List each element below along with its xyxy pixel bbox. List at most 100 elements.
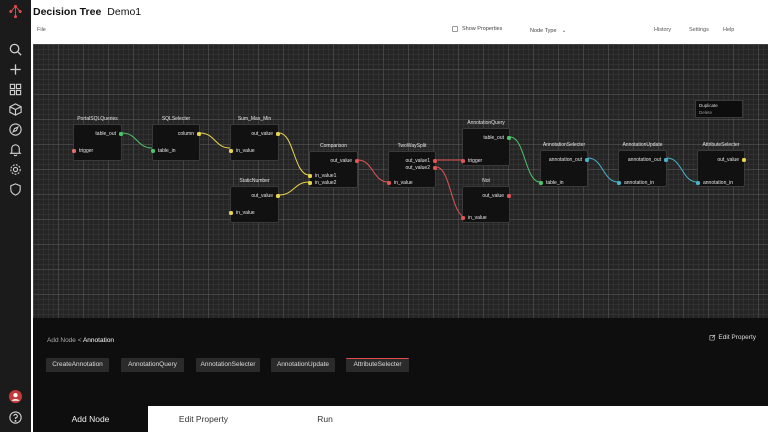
- output-port-label: table_out: [95, 131, 116, 137]
- output-port[interactable]: [742, 158, 746, 162]
- output-port-label: out_value: [330, 158, 352, 164]
- compass-icon[interactable]: [8, 122, 23, 137]
- output-port-label: column: [177, 131, 194, 137]
- tab-add-node[interactable]: Add Node: [33, 406, 148, 432]
- node-title: AnnotationUpdate: [622, 142, 663, 148]
- node-chip-attributeselecter[interactable]: AttributeSelecter: [346, 358, 409, 372]
- grid-icon[interactable]: [8, 82, 23, 97]
- bell-icon[interactable]: [8, 142, 23, 157]
- breadcrumb: Add Node < Annotation: [47, 337, 114, 344]
- breadcrumb-root[interactable]: Add Node <: [47, 337, 82, 344]
- page-title: Decision Tree Demo1: [33, 6, 141, 18]
- node-annotationquery[interactable]: AnnotationQuery table_out trigger: [461, 120, 511, 166]
- node-context-menu: Duplicate Delete: [695, 100, 743, 118]
- avatar-icon[interactable]: [8, 389, 23, 404]
- node-sum-max-min[interactable]: Sum_Max_Min out_value in_value: [229, 116, 280, 161]
- node-annotationupdate[interactable]: AnnotationUpdate annotation_out annotati…: [617, 142, 668, 187]
- input-port[interactable]: [696, 181, 700, 185]
- input-port-label: in_value: [468, 215, 487, 221]
- output-port[interactable]: [507, 194, 511, 198]
- output-port[interactable]: [585, 158, 589, 162]
- node-attributeselecter[interactable]: AttributeSelecter out_value annotation_i…: [696, 142, 746, 187]
- node-staticnumber[interactable]: StaticNumber out_value in_value: [229, 178, 280, 223]
- node-canvas[interactable]: PortalSQLQueries table_out trigger SQLSe…: [33, 44, 768, 318]
- output-port[interactable]: [507, 136, 511, 140]
- logo-icon[interactable]: [8, 4, 23, 19]
- input-port[interactable]: [461, 216, 465, 220]
- app-title: Decision Tree: [33, 6, 102, 18]
- shield-icon[interactable]: [8, 182, 23, 197]
- file-menu[interactable]: File: [37, 27, 46, 33]
- node-chip-createannotation[interactable]: CreateAnnotation: [46, 358, 109, 372]
- input-port[interactable]: [461, 159, 465, 163]
- input-port[interactable]: [151, 149, 155, 153]
- chevron-down-icon: ⌄: [561, 28, 567, 34]
- history-link[interactable]: History: [654, 27, 671, 33]
- left-rail: [0, 0, 31, 432]
- output-port[interactable]: [433, 166, 437, 170]
- input-port[interactable]: [72, 149, 76, 153]
- node-sqlselecter[interactable]: SQLSelecter column table_in: [151, 116, 201, 161]
- node-title: AnnotationSelecter: [542, 142, 586, 148]
- add-icon[interactable]: [8, 62, 23, 77]
- output-port-label: annotation_out: [548, 157, 582, 163]
- show-properties-checkbox[interactable]: [452, 26, 458, 32]
- input-port-label: annotation_in: [703, 180, 734, 186]
- output-port[interactable]: [119, 132, 123, 136]
- wire-annotation-2: [666, 157, 698, 183]
- node-not[interactable]: Not out_value in_value: [461, 178, 511, 223]
- input-port[interactable]: [539, 181, 543, 185]
- node-title: StaticNumber: [239, 178, 270, 184]
- node-comparison[interactable]: Comparison out_value in_value1 in_value2: [308, 143, 359, 188]
- output-port-label: out_value: [482, 193, 504, 199]
- node-chip-annotationquery[interactable]: AnnotationQuery: [121, 358, 184, 372]
- node-library-panel: Add Node < Annotation Edit Property Crea…: [33, 318, 768, 406]
- input-port[interactable]: [229, 149, 233, 153]
- input-port[interactable]: [308, 174, 312, 178]
- edit-property-label: Edit Property: [718, 334, 756, 341]
- output-port[interactable]: [276, 194, 280, 198]
- bottom-tabs: Add Node Edit Property Run: [33, 406, 768, 432]
- input-port[interactable]: [229, 211, 233, 215]
- gear-icon[interactable]: [8, 162, 23, 177]
- edit-icon: [709, 334, 716, 341]
- node-chip-annotationupdate[interactable]: AnnotationUpdate: [271, 358, 335, 372]
- search-icon[interactable]: [8, 42, 23, 57]
- input-port-label: annotation_in: [624, 180, 655, 186]
- node-title: Sum_Max_Min: [237, 116, 272, 122]
- delete-menu-item[interactable]: Delete: [699, 110, 739, 117]
- node-twowaysplit[interactable]: TwoWaySplit out_value1 out_value2 in_val…: [387, 143, 437, 188]
- node-title: SQLSelecter: [161, 116, 191, 122]
- input-port-label: trigger: [79, 148, 94, 154]
- settings-link[interactable]: Settings: [689, 27, 709, 33]
- output-port[interactable]: [276, 132, 280, 136]
- input-port[interactable]: [387, 181, 391, 185]
- show-properties-toggle[interactable]: Show Properties: [452, 26, 502, 32]
- node-title: AttributeSelecter: [702, 142, 740, 148]
- wire-number-3: [278, 181, 310, 196]
- node-title: TwoWaySplit: [397, 143, 427, 149]
- input-port-label: in_value: [236, 210, 255, 216]
- output-port[interactable]: [433, 159, 437, 163]
- cube-icon[interactable]: [8, 102, 23, 117]
- edit-property-link[interactable]: Edit Property: [709, 334, 756, 341]
- node-chip-annotationselecter[interactable]: AnnotationSelecter: [196, 358, 260, 372]
- input-port[interactable]: [308, 181, 312, 185]
- tab-run[interactable]: Run: [295, 406, 355, 432]
- project-name: Demo1: [107, 6, 142, 18]
- node-annotationselecter[interactable]: AnnotationSelecter annotation_out table_…: [539, 142, 589, 187]
- output-port[interactable]: [355, 159, 359, 163]
- tab-edit-property[interactable]: Edit Property: [161, 406, 246, 432]
- output-port-label: out_value: [717, 157, 739, 163]
- output-port[interactable]: [664, 158, 668, 162]
- input-port-label: in_value1: [315, 173, 337, 179]
- input-port[interactable]: [617, 181, 621, 185]
- help-link[interactable]: Help: [723, 27, 734, 33]
- input-port-label: in_value: [394, 180, 413, 186]
- help-icon[interactable]: [8, 410, 23, 425]
- output-port-label: table_out: [483, 135, 504, 141]
- node-portalsqlqueries[interactable]: PortalSQLQueries table_out trigger: [72, 116, 123, 161]
- output-port[interactable]: [197, 132, 201, 136]
- node-type-dropdown[interactable]: Node Type ⌄: [530, 27, 567, 35]
- output-port-label: out_value: [251, 131, 273, 137]
